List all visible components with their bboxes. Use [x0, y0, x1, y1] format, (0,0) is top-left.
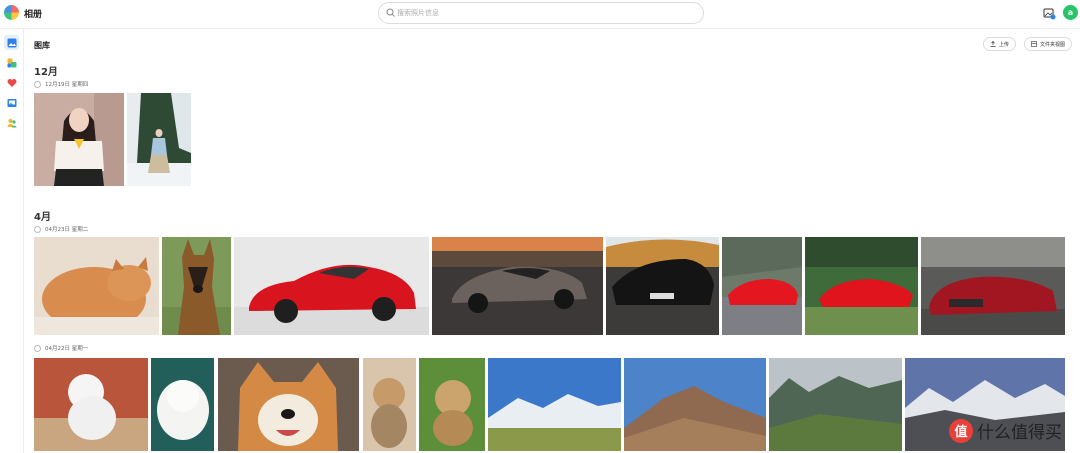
photo-settings-icon[interactable] — [1043, 7, 1056, 20]
search-box[interactable] — [378, 2, 704, 24]
albums-icon — [7, 58, 16, 67]
photo-red-ferrari-road — [722, 237, 802, 335]
page-title: 图库 — [34, 41, 50, 50]
photo-red-ferrari-blur — [805, 237, 918, 335]
photo-thumbnail[interactable] — [419, 358, 485, 451]
photo-thumbnail[interactable] — [432, 237, 603, 335]
select-day-checkbox[interactable] — [34, 80, 41, 88]
photo-girl-snow — [127, 93, 191, 186]
photo-german-shepherd — [162, 237, 231, 335]
sidebar-item-favorites[interactable] — [4, 75, 19, 90]
photo-white-pomeranian — [151, 358, 214, 451]
upload-label: 上传 — [999, 41, 1010, 48]
heart-icon — [7, 78, 17, 87]
image-icon — [7, 38, 16, 47]
photo-thumbnail[interactable] — [722, 237, 802, 335]
date-label: 04月23日 星期二 — [45, 227, 89, 233]
app-title: 相册 — [24, 10, 43, 20]
photo-thumbnail[interactable] — [363, 358, 416, 451]
watermark-text: 什么值得买 — [977, 423, 1062, 443]
photo-thumbnail[interactable] — [151, 358, 214, 451]
date-row: 04月22日 星期一 — [34, 344, 88, 352]
photo-thumbnail[interactable] — [218, 358, 359, 451]
folder-image-icon — [7, 98, 16, 107]
photo-snowy-mountains — [488, 358, 621, 451]
date-row: 12月19日 星期四 — [34, 80, 88, 88]
photo-thumbnail[interactable] — [127, 93, 191, 186]
photo-thumbnail[interactable] — [769, 358, 902, 451]
photo-thumbnail[interactable] — [34, 93, 124, 186]
sidebar-item-photos[interactable] — [4, 35, 19, 50]
upload-icon — [990, 41, 996, 47]
folder-view-button[interactable]: 文件夹视图 — [1024, 37, 1073, 51]
photo-yorkshire-terrier — [419, 358, 485, 451]
photo-girl-uniform — [34, 93, 124, 186]
photo-thumbnail[interactable] — [234, 237, 429, 335]
folder-view-icon — [1031, 41, 1037, 47]
month-heading: 4月 — [34, 212, 51, 223]
photo-thumbnail[interactable] — [34, 358, 148, 451]
photo-red-aston-martin — [921, 237, 1065, 335]
date-label: 04月22日 星期一 — [45, 346, 89, 352]
search-icon — [386, 8, 395, 17]
photo-red-sports-car — [234, 237, 429, 335]
photo-mountain-valley — [769, 358, 902, 451]
photo-black-lamborghini — [606, 237, 719, 335]
folder-view-label: 文件夹视图 — [1040, 41, 1066, 48]
people-icon — [7, 118, 16, 127]
photo-thumbnail[interactable] — [921, 237, 1065, 335]
date-label: 12月19日 星期四 — [45, 82, 89, 88]
month-heading: 12月 — [34, 67, 58, 78]
photo-white-poodle — [34, 358, 148, 451]
photo-thumbnail[interactable] — [34, 237, 159, 335]
photo-small-dog — [363, 358, 416, 451]
sidebar — [0, 29, 24, 453]
photo-thumbnail[interactable] — [624, 358, 766, 451]
top-bar: 相册 a — [0, 0, 1080, 29]
search-input[interactable] — [397, 6, 687, 20]
photo-orange-cat — [34, 237, 159, 335]
photo-thumbnail[interactable] — [162, 237, 231, 335]
photo-thumbnail[interactable] — [606, 237, 719, 335]
photo-thumbnail[interactable] — [805, 237, 918, 335]
photo-grey-supercar — [432, 237, 603, 335]
watermark-logo: 值 — [949, 418, 973, 443]
date-row: 04月23日 星期二 — [34, 225, 88, 233]
user-avatar[interactable]: a — [1063, 5, 1078, 20]
select-day-checkbox[interactable] — [34, 225, 41, 233]
sidebar-item-people[interactable] — [4, 115, 19, 130]
select-day-checkbox[interactable] — [34, 344, 41, 352]
upload-button[interactable]: 上传 — [983, 37, 1017, 51]
sidebar-item-folders[interactable] — [4, 95, 19, 110]
watermark: 值 什么值得买 — [949, 418, 1062, 443]
app-logo-icon — [4, 5, 19, 20]
photo-thumbnail[interactable] — [488, 358, 621, 451]
photo-desert-hills — [624, 358, 766, 451]
sidebar-item-albums[interactable] — [4, 55, 19, 70]
photo-shiba-inu — [218, 358, 359, 451]
